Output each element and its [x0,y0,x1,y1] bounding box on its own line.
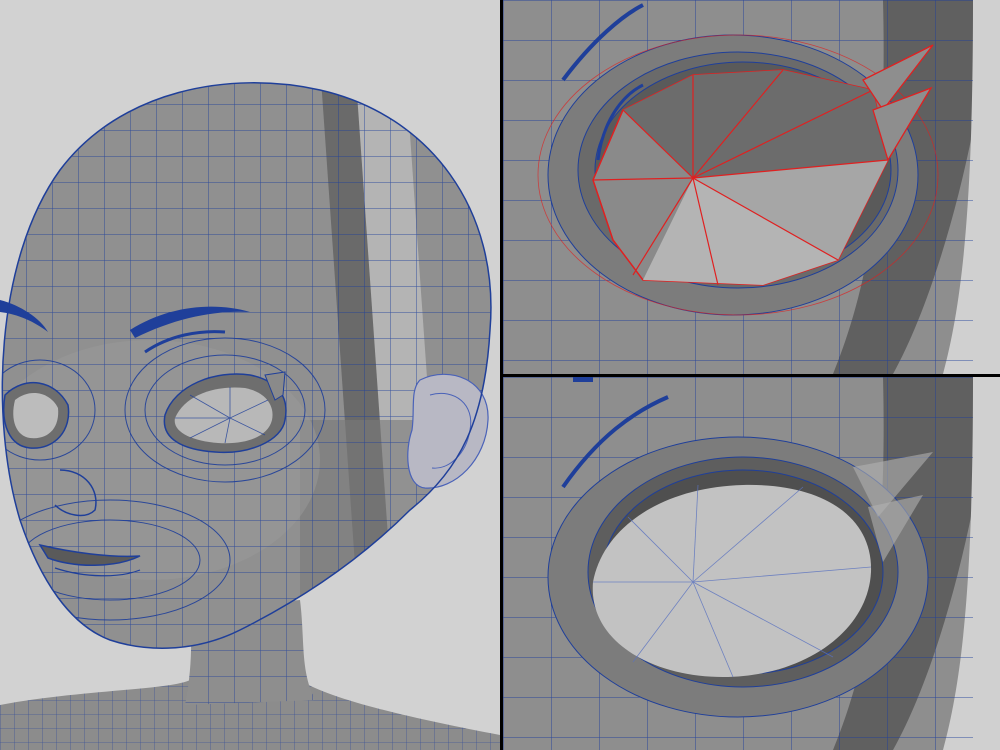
head-mesh-render [0,82,500,750]
perspective-viewport-head[interactable] [0,0,500,750]
closeup-viewport-filled[interactable] [503,377,1000,750]
eye-socket-selected-render [503,0,1000,374]
closeup-viewport-selected[interactable] [503,0,1000,374]
viewport-stage [0,0,1000,750]
eye-socket-filled-render [503,377,1000,750]
